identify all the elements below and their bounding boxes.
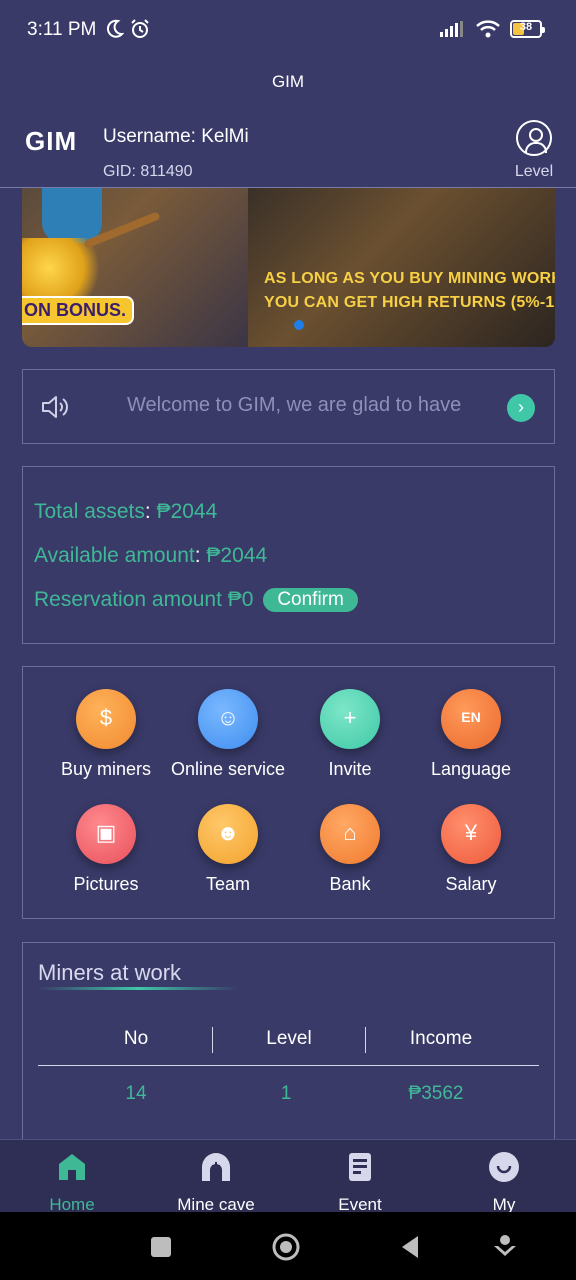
menu-label: Invite (328, 759, 372, 779)
menu-label: Online service (170, 759, 286, 779)
battery-icon: 38 (510, 20, 545, 38)
user-header: GIM Username: KelMi GID: 811490 Level (0, 112, 576, 188)
back-icon[interactable] (396, 1232, 426, 1262)
home-icon (59, 1154, 85, 1180)
speaker-icon (42, 396, 68, 418)
miner-character (42, 188, 102, 243)
confirm-button[interactable]: Confirm (263, 588, 358, 612)
announcement-text: Welcome to GIM, we are glad to have (127, 394, 462, 416)
user-circle-icon (516, 120, 552, 156)
section-title: Miners at work (38, 960, 182, 985)
available-amount-label: Available amount (34, 544, 195, 567)
feature-grid: $ Buy miners ☺ Online service + Invite E… (22, 666, 555, 919)
app-title: GIM (271, 72, 305, 91)
banner-slogan-line2: YOU CAN GET HIGH RETURNS (5%-10% (264, 294, 555, 311)
chevron-right-icon[interactable]: › (507, 394, 535, 422)
menu-invite[interactable]: + Invite (285, 689, 415, 780)
table-cell-level: 1 (280, 1083, 292, 1104)
reservation-amount-label: Reservation amount ₱0 (34, 588, 254, 611)
menu-label: Language (430, 759, 512, 779)
system-navigation-bar (0, 1212, 576, 1280)
recent-apps-icon[interactable] (146, 1232, 176, 1262)
column-header-level: Level (266, 1028, 312, 1049)
total-assets-value: ₱2044 (156, 500, 218, 523)
available-amount-value: ₱2044 (206, 544, 268, 567)
moon-icon (107, 19, 124, 38)
alarm-icon (131, 19, 149, 38)
gold-coins (22, 238, 112, 298)
menu-label: Salary (445, 874, 497, 894)
menu-label: Pictures (73, 874, 139, 894)
menu-pictures[interactable]: ▣ Pictures (41, 804, 171, 895)
reservation-amount-row: Reservation amount ₱0 Confirm (34, 588, 358, 612)
gid: GID: 811490 (103, 163, 193, 180)
menu-team[interactable]: ☻ Team (163, 804, 293, 895)
tab-home[interactable]: Home (0, 1150, 144, 1215)
money-bag-icon: $ (76, 689, 136, 749)
support-agent-icon: ☺ (198, 689, 258, 749)
profile-icon (489, 1152, 519, 1182)
bonus-badge: ON BONUS. (22, 296, 135, 325)
battery-level: 38 (519, 21, 533, 33)
status-right-icons: 38 (440, 20, 545, 38)
miners-at-work-panel: Miners at work No Level Income 14 1 ₱356… (22, 942, 555, 1142)
table-cell-no: 14 (125, 1083, 147, 1104)
menu-bank[interactable]: ⌂ Bank (285, 804, 415, 895)
bank-icon: ⌂ (320, 804, 380, 864)
header-divider (38, 1065, 539, 1066)
language-icon: EN (441, 689, 501, 749)
wifi-icon (476, 20, 500, 38)
add-user-icon: + (320, 689, 380, 749)
promo-banner[interactable]: ON BONUS. AS LONG AS YOU BUY MINING WORK… (22, 188, 555, 347)
salary-ticket-icon: ¥ (441, 804, 501, 864)
announcement-bar[interactable]: Welcome to GIM, we are glad to have › (22, 369, 555, 444)
status-time: 3:11 PM (27, 19, 97, 40)
signal-icon (440, 21, 463, 37)
menu-label: Team (205, 874, 250, 894)
assistant-icon[interactable] (490, 1232, 520, 1262)
tab-mine-cave[interactable]: Mine cave (144, 1150, 288, 1215)
assets-panel: Total assets: ₱2044 Available amount: ₱2… (22, 466, 555, 644)
status-bar: 3:11 PM 38 (0, 0, 576, 62)
picture-icon: ▣ (76, 804, 136, 864)
gim-logo: GIM (25, 126, 78, 156)
column-divider (212, 1027, 213, 1053)
home-button-icon[interactable] (271, 1232, 301, 1262)
banner-slogan-line1: AS LONG AS YOU BUY MINING WORK (264, 270, 555, 287)
banner-slide-left: ON BONUS. (22, 188, 248, 347)
title-underline (38, 987, 238, 990)
menu-language[interactable]: EN Language (406, 689, 536, 780)
tab-event[interactable]: Event (288, 1150, 432, 1215)
status-left-icons (106, 19, 150, 39)
menu-label: Buy miners (60, 759, 152, 779)
menu-label: Bank (329, 874, 371, 894)
total-assets-label: Total assets (34, 500, 145, 523)
table-cell-income: ₱3562 (408, 1083, 464, 1104)
total-assets-row: Total assets: ₱2044 (34, 500, 218, 523)
menu-buy-miners[interactable]: $ Buy miners (41, 689, 171, 780)
menu-salary[interactable]: ¥ Salary (406, 804, 536, 895)
carousel-indicator[interactable] (294, 320, 304, 330)
event-icon (349, 1153, 371, 1181)
column-header-no: No (123, 1028, 149, 1049)
team-icon: ☻ (198, 804, 258, 864)
available-amount-row: Available amount: ₱2044 (34, 544, 268, 567)
username: Username: KelMi (103, 126, 249, 147)
mine-cave-icon (202, 1153, 230, 1181)
level-button[interactable]: Level (514, 120, 554, 180)
bottom-tab-bar: Home Mine cave Event My (0, 1139, 576, 1215)
menu-online-service[interactable]: ☺ Online service (163, 689, 293, 780)
tab-my[interactable]: My (432, 1150, 576, 1215)
column-header-income: Income (409, 1028, 473, 1049)
level-label: Level (514, 163, 554, 180)
